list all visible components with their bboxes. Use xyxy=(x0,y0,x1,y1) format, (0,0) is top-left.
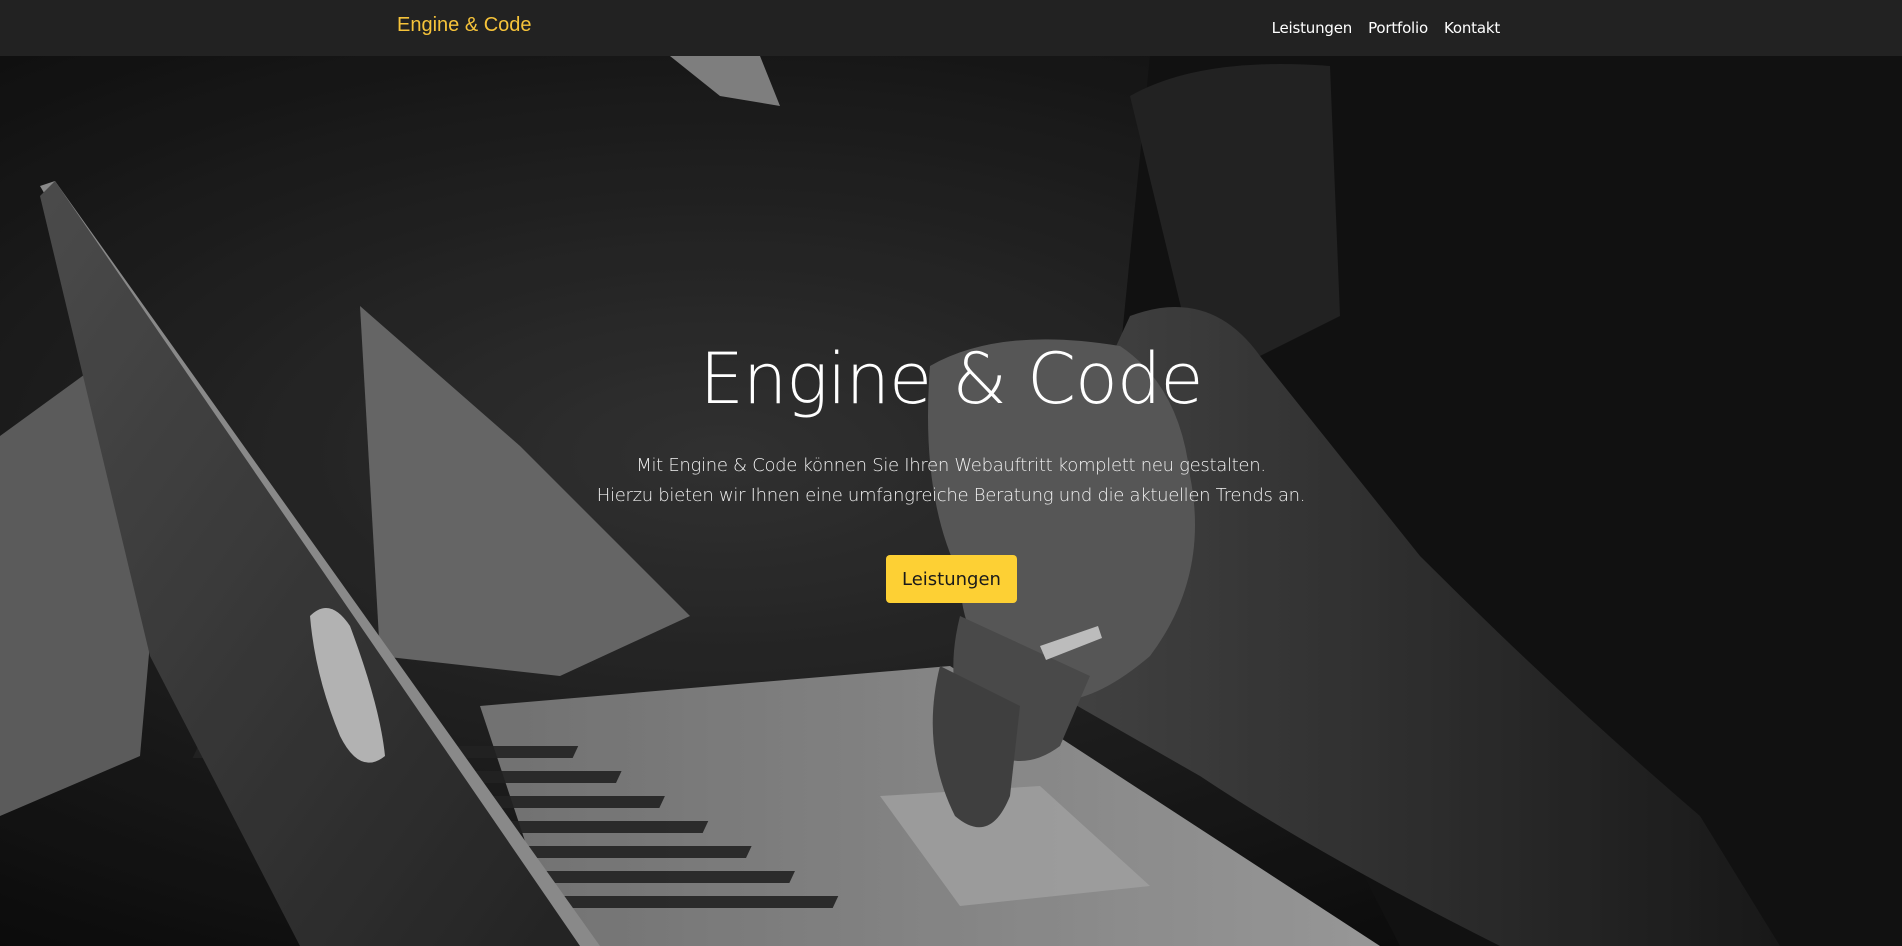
leistungen-button[interactable]: Leistungen xyxy=(886,555,1017,603)
hero-description-line-2: Hierzu bieten wir Ihnen eine umfangreich… xyxy=(596,485,1306,506)
nav-link-portfolio[interactable]: Portfolio xyxy=(1368,19,1428,37)
hero-content: Engine & Code Mit Engine & Code können S… xyxy=(0,56,1902,946)
nav-link-kontakt[interactable]: Kontakt xyxy=(1444,19,1500,37)
nav-links: Leistungen Portfolio Kontakt xyxy=(1272,19,1501,37)
brand-logo-link[interactable]: Engine & Code xyxy=(397,14,532,37)
hero-description-line-1: Mit Engine & Code können Sie Ihren Webau… xyxy=(636,455,1266,476)
hero-section: Engine & Code Mit Engine & Code können S… xyxy=(0,56,1902,946)
navbar: Engine & Code Leistungen Portfolio Konta… xyxy=(0,0,1902,56)
hero-description: Mit Engine & Code können Sie Ihren Webau… xyxy=(0,451,1902,511)
hero-title: Engine & Code xyxy=(699,338,1204,420)
nav-link-leistungen[interactable]: Leistungen xyxy=(1272,19,1353,37)
